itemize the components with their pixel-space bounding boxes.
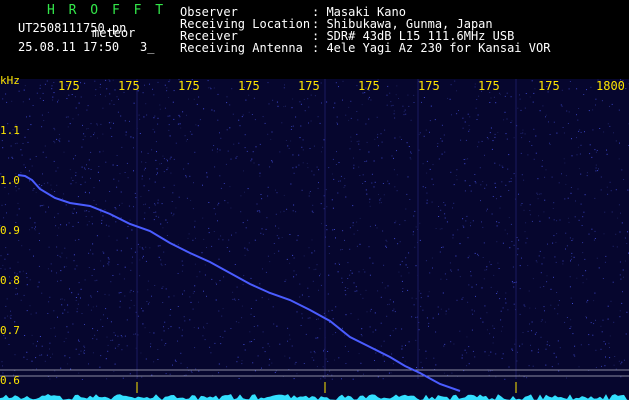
x-tick: 175 [538,79,560,93]
x-tick: 175 [238,79,260,93]
y-tick: 0.8 [0,274,20,287]
meteor-trail [17,174,461,392]
event-type-label: meteor [92,26,136,40]
x-tick: 175 [358,79,380,93]
x-tick: 1800 [596,79,625,93]
app-title: H R O F F T [47,3,167,18]
y-tick: 0.7 [0,324,20,337]
x-tick: 175 [478,79,500,93]
spectrogram-plot [0,79,629,400]
noise-layer [0,79,629,380]
x-tick: 175 [58,79,80,93]
spectrogram-canvas [0,79,629,400]
y-tick: 1.0 [0,174,20,187]
x-tick: 175 [298,79,320,93]
datetime-label: 25.08.11 17:50 [18,40,120,54]
antenna-value: : 4ele Yagi Az 230 for Kansai VOR [312,41,551,55]
x-tick: 175 [118,79,140,93]
y-tick: 1.1 [0,124,20,137]
y-tick: 0.9 [0,224,20,237]
antenna-key: Receiving Antenna [180,41,303,55]
y-axis-unit: kHz [0,74,20,87]
spectrum-baseline [0,394,629,400]
hrofft-screen: H R O F F T UT2508111750.pn meteor 25.08… [0,0,629,400]
count-label: 3_ [140,40,155,54]
x-tick: 175 [418,79,440,93]
y-tick: 0.6 [0,374,20,387]
x-tick: 175 [178,79,200,93]
